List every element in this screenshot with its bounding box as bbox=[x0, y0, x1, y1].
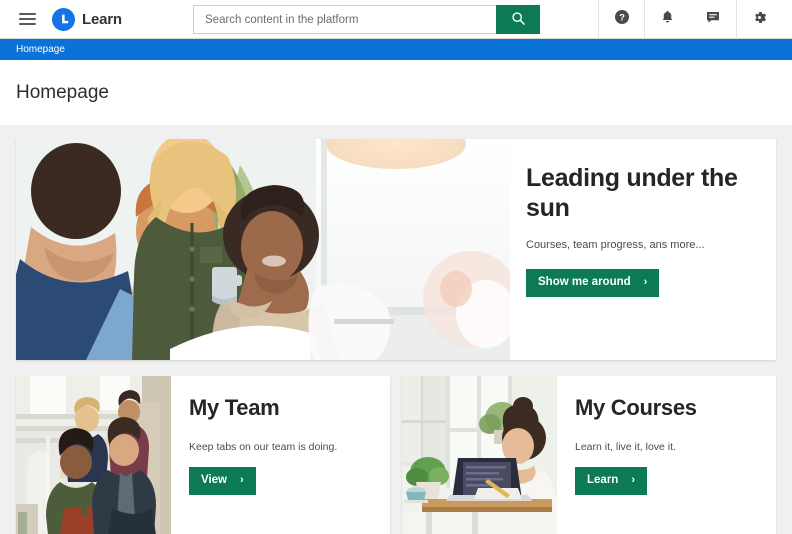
header-actions: ? bbox=[598, 0, 792, 39]
learn-logo-icon bbox=[52, 7, 75, 31]
my-courses-subtitle: Learn it, live it, love it. bbox=[575, 441, 676, 453]
breadcrumb-item-homepage[interactable]: Homepage bbox=[16, 44, 65, 55]
search-icon bbox=[511, 11, 526, 29]
learn-courses-button[interactable]: Learn › bbox=[575, 467, 647, 495]
my-courses-text-panel: My Courses Learn it, live it, love it. L… bbox=[557, 376, 776, 534]
settings-gear-icon bbox=[751, 9, 768, 31]
my-team-text-panel: My Team Keep tabs on our team is doing. … bbox=[171, 376, 390, 534]
header-right-spacer bbox=[782, 0, 792, 39]
messages-button[interactable] bbox=[690, 0, 736, 39]
notifications-bell-icon bbox=[660, 9, 675, 30]
show-me-around-button[interactable]: Show me around › bbox=[526, 269, 660, 297]
chevron-right-icon: › bbox=[643, 276, 648, 289]
page-title-bar: Homepage bbox=[0, 60, 792, 125]
notifications-button[interactable] bbox=[644, 0, 690, 39]
main-content: Leading under the sun Courses, team prog… bbox=[0, 125, 792, 534]
my-team-heading: My Team bbox=[189, 395, 280, 420]
view-team-button[interactable]: View › bbox=[189, 467, 256, 495]
top-header-bar: Learn ? bbox=[0, 0, 792, 39]
hamburger-menu-icon[interactable] bbox=[10, 0, 44, 39]
hamburger-line bbox=[18, 13, 36, 15]
my-team-card: My Team Keep tabs on our team is doing. … bbox=[16, 376, 390, 534]
chevron-right-icon: › bbox=[240, 474, 244, 487]
settings-button[interactable] bbox=[736, 0, 782, 39]
search-button[interactable] bbox=[496, 5, 540, 34]
brand-name: Learn bbox=[82, 10, 122, 28]
view-team-label: View bbox=[201, 474, 227, 486]
hero-image bbox=[16, 139, 510, 360]
svg-text:?: ? bbox=[619, 13, 625, 24]
messages-chat-icon bbox=[705, 9, 721, 30]
search-input[interactable] bbox=[193, 5, 496, 34]
search-bar bbox=[193, 5, 540, 34]
show-me-around-label: Show me around bbox=[538, 276, 631, 288]
hero-text-panel: Leading under the sun Courses, team prog… bbox=[510, 139, 776, 360]
page-title: Homepage bbox=[16, 81, 109, 103]
help-button[interactable]: ? bbox=[598, 0, 644, 39]
card-row: My Team Keep tabs on our team is doing. … bbox=[16, 376, 776, 534]
my-courses-card: My Courses Learn it, live it, love it. L… bbox=[402, 376, 776, 534]
learn-courses-label: Learn bbox=[587, 474, 619, 486]
hamburger-line bbox=[18, 18, 36, 20]
my-team-image bbox=[16, 376, 171, 534]
breadcrumb: Homepage bbox=[0, 39, 792, 60]
hero-heading: Leading under the sun bbox=[526, 164, 738, 222]
my-courses-image bbox=[402, 376, 557, 534]
my-team-subtitle: Keep tabs on our team is doing. bbox=[189, 441, 338, 453]
help-icon: ? bbox=[614, 9, 630, 30]
chevron-right-icon: › bbox=[631, 474, 635, 487]
my-courses-heading: My Courses bbox=[575, 395, 697, 420]
hamburger-line bbox=[18, 23, 36, 25]
hero-card: Leading under the sun Courses, team prog… bbox=[16, 139, 776, 360]
brand-logo[interactable]: Learn bbox=[52, 7, 122, 31]
hero-subtitle: Courses, team progress, ans more... bbox=[526, 239, 705, 251]
